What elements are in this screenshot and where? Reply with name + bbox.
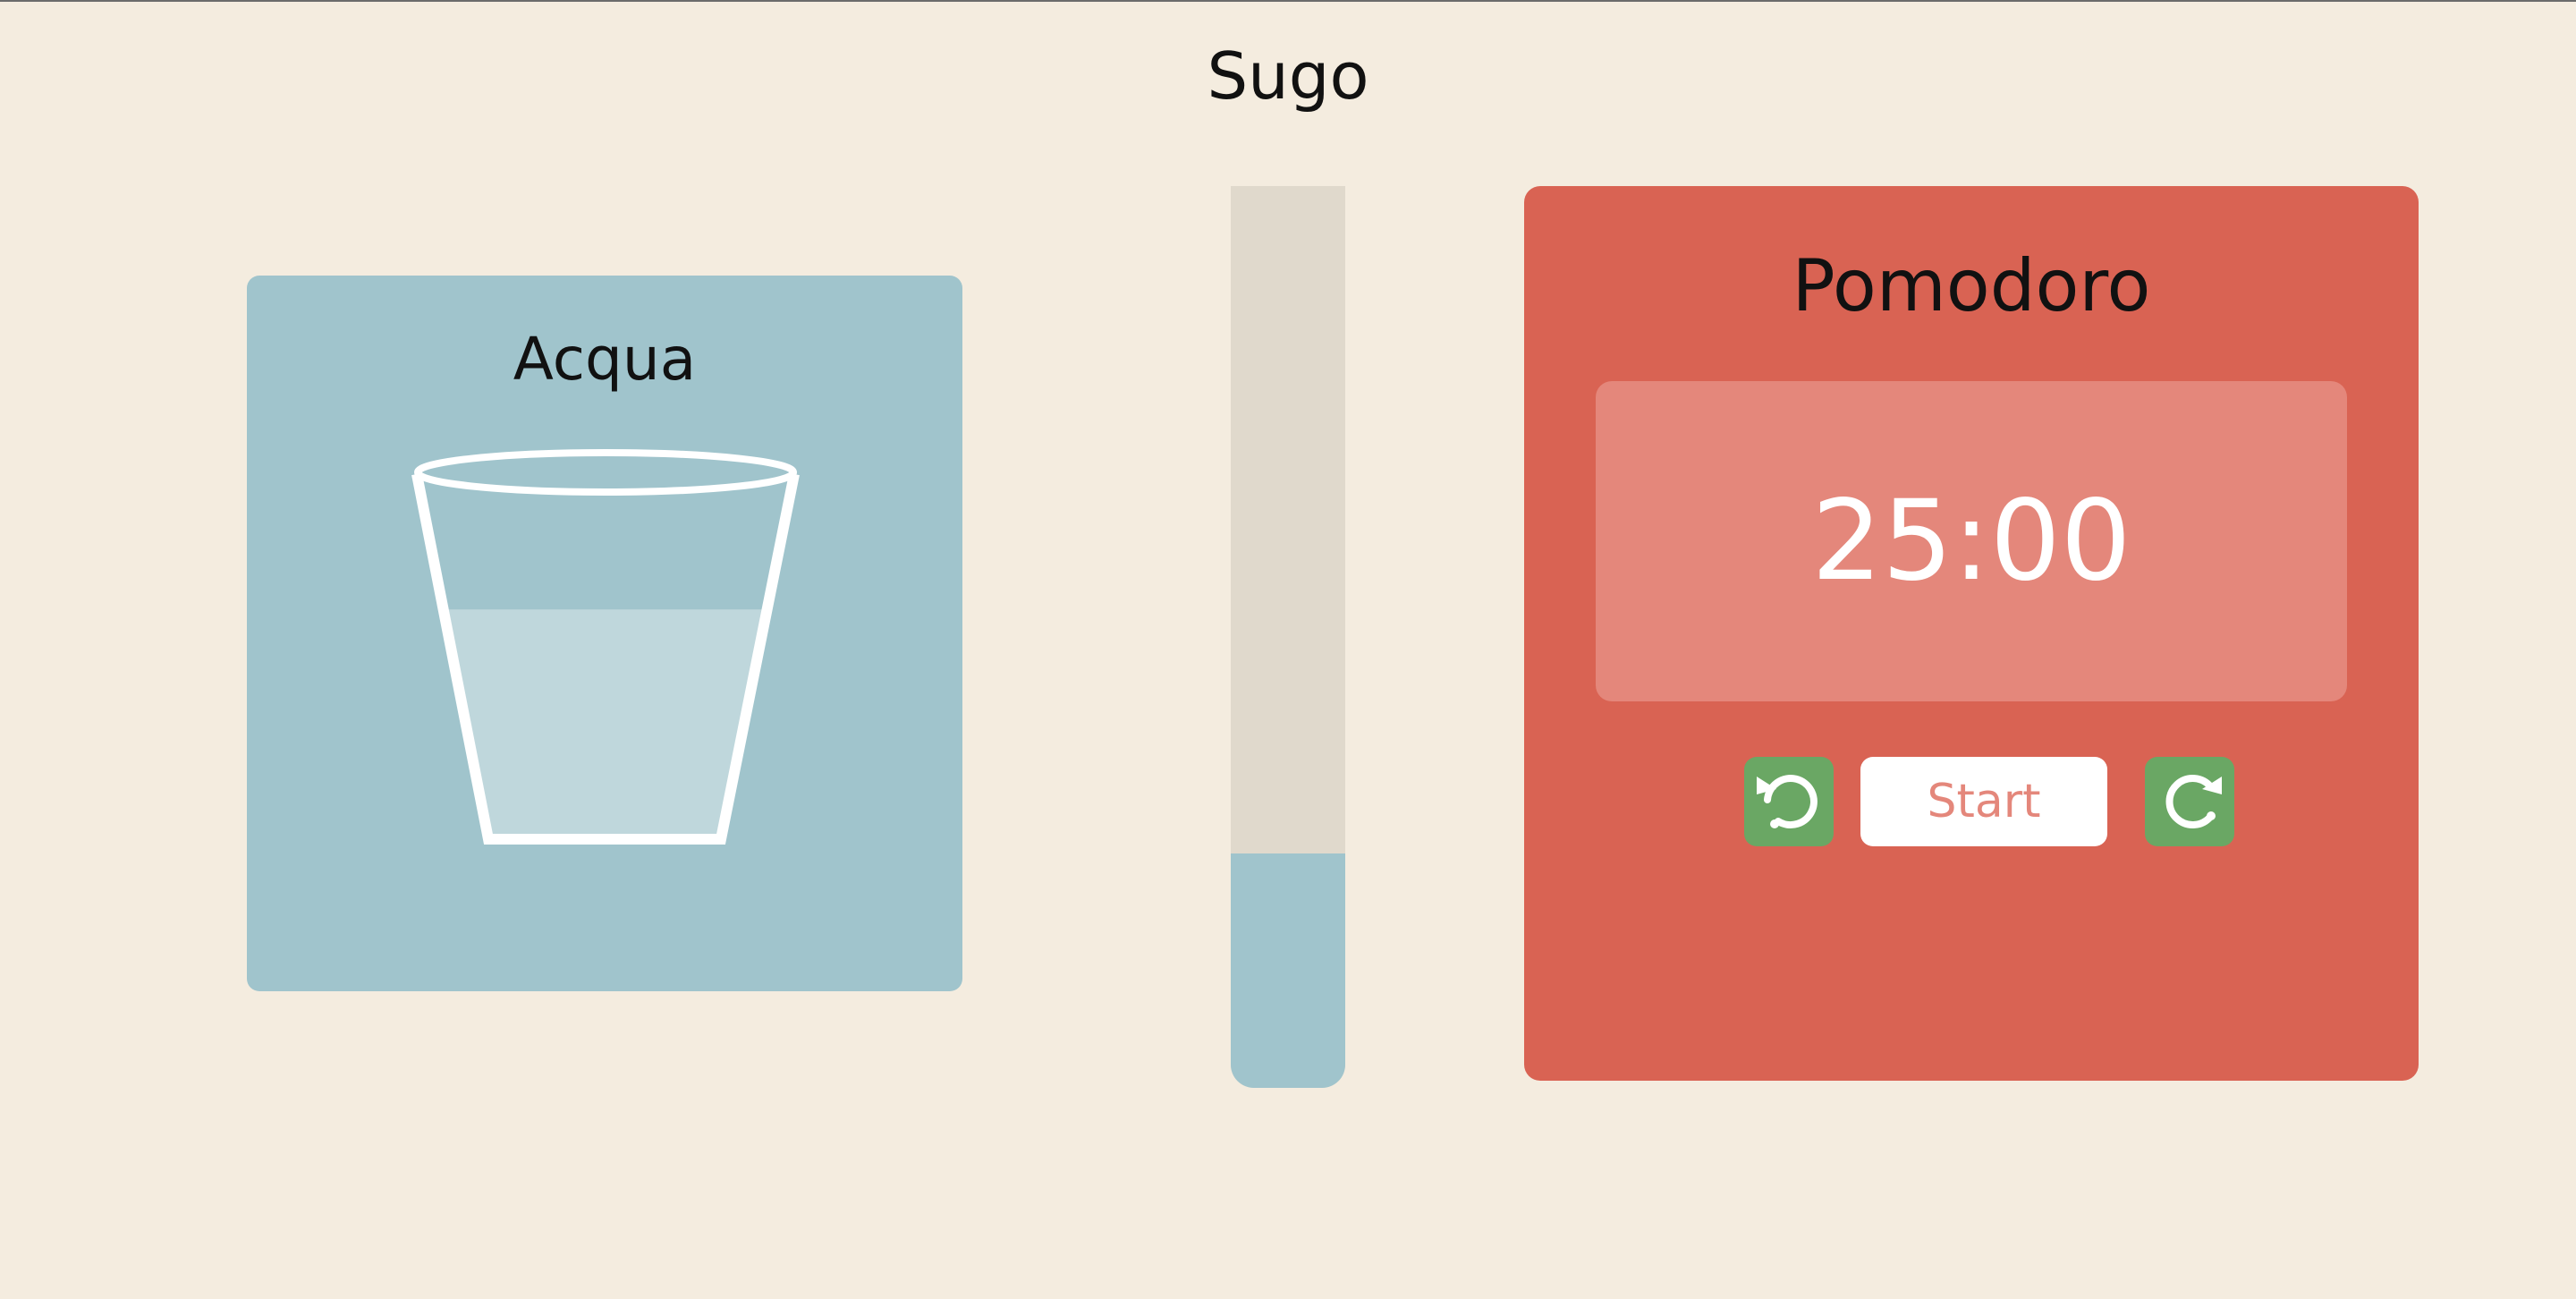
- app-title: Sugo: [1207, 38, 1369, 114]
- rewind-button[interactable]: [1744, 757, 1834, 846]
- glass-rim: [414, 449, 797, 496]
- timer-time: 25:00: [1811, 477, 2131, 606]
- water-level-meter: [1231, 186, 1345, 1088]
- forward-button[interactable]: [2145, 757, 2234, 846]
- pomodoro-card: Pomodoro 25:00 Start: [1524, 186, 2419, 1081]
- glass-water-fill: [445, 609, 764, 837]
- start-button[interactable]: Start: [1860, 757, 2107, 846]
- water-glass-icon: [411, 449, 800, 845]
- rotate-right-icon: [2165, 775, 2222, 828]
- water-level-fill: [1231, 853, 1345, 1088]
- timer-display: 25:00: [1596, 381, 2347, 701]
- window-top-border: [0, 0, 2576, 2]
- water-card[interactable]: Acqua: [247, 276, 962, 991]
- rotate-left-icon: [1757, 775, 1818, 828]
- pomodoro-title: Pomodoro: [1792, 244, 2151, 327]
